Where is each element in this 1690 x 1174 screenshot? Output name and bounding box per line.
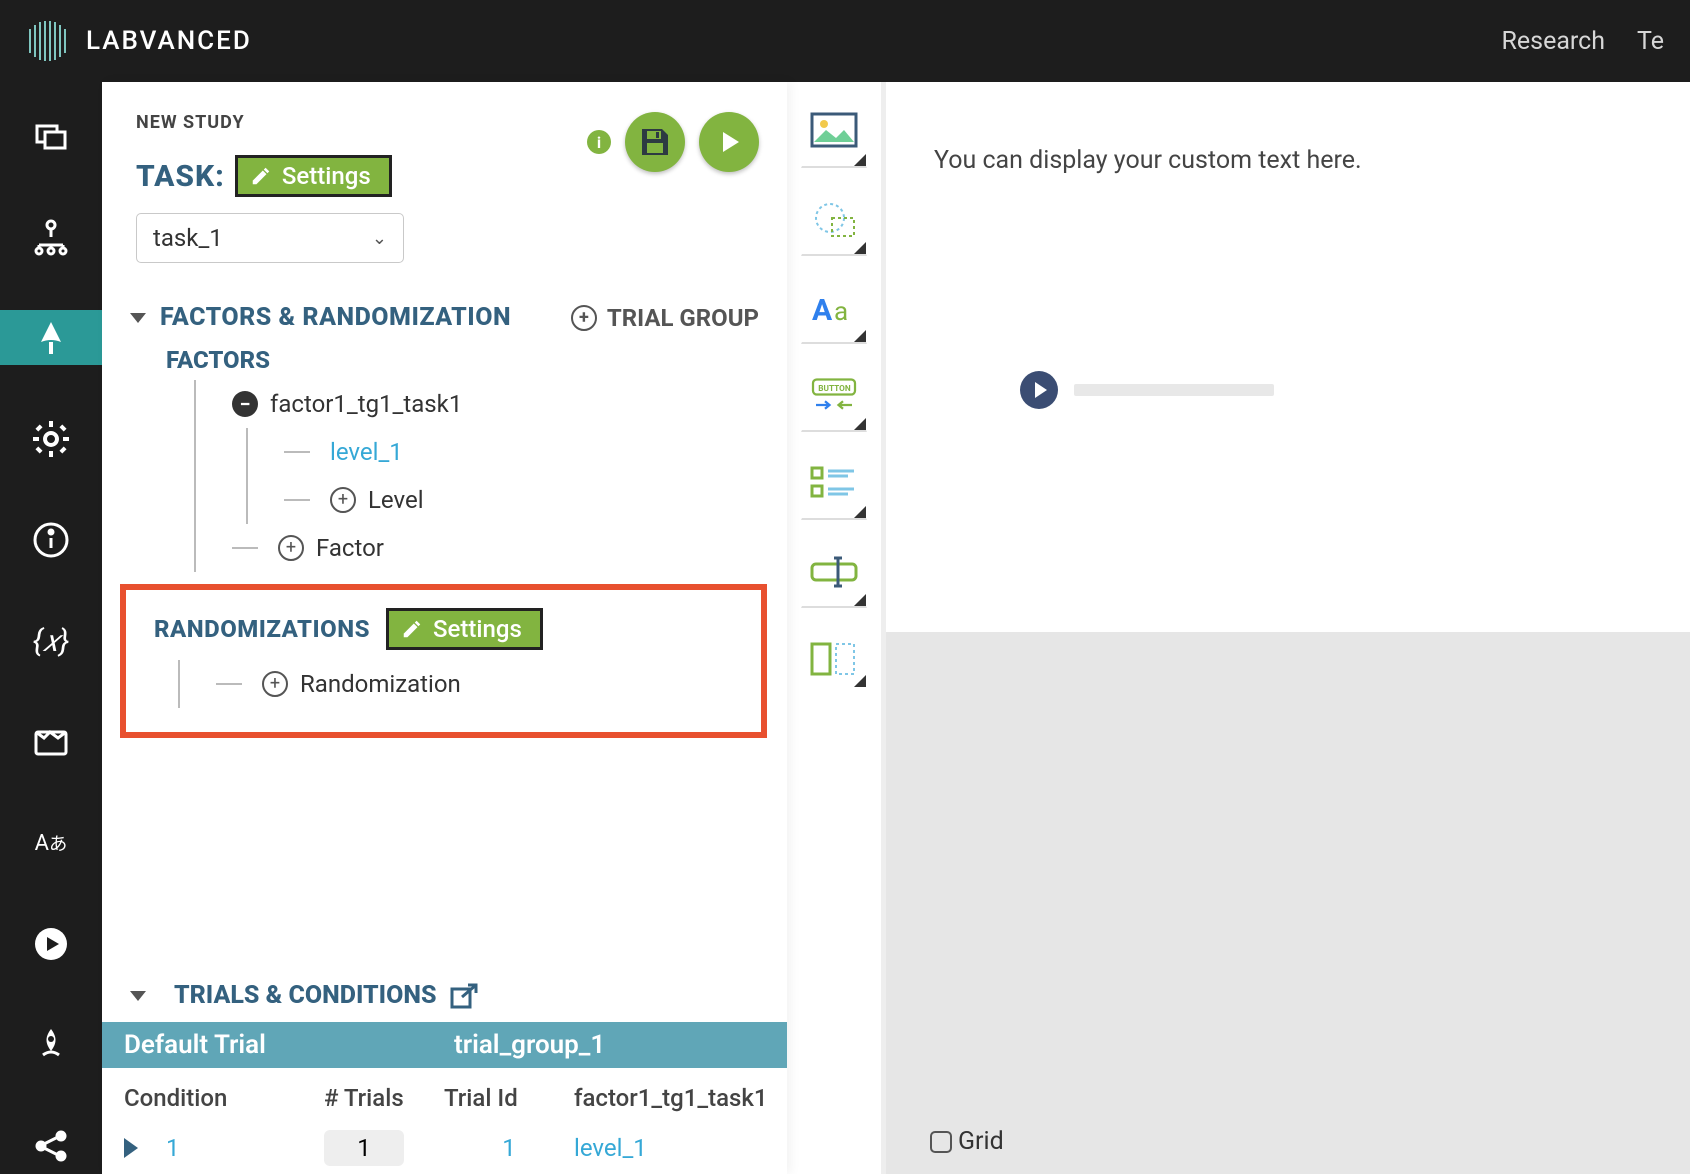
canvas-placeholder-text[interactable]: You can display your custom text here. [934, 146, 1642, 175]
collapse-icon[interactable] [130, 313, 146, 323]
level-name: level_1 [330, 438, 403, 466]
play-icon [712, 125, 746, 159]
grid-checkbox[interactable]: Grid [930, 1127, 1004, 1156]
brand[interactable]: LABVANCED [26, 19, 252, 63]
trial-id-value[interactable]: 1 [444, 1134, 574, 1162]
factors-subhead: FACTORS [102, 332, 787, 380]
factor-name: factor1_tg1_task1 [270, 390, 462, 418]
add-level-button[interactable]: + Level [284, 476, 787, 524]
plus-icon: + [330, 487, 356, 513]
condition-value[interactable]: 1 [166, 1134, 180, 1162]
ntrials-input[interactable]: 1 [324, 1130, 404, 1166]
canvas-area: You can display your custom text here. G… [881, 82, 1690, 1174]
pencil-icon [250, 165, 272, 187]
rail-study-icon[interactable] [0, 108, 102, 163]
tool-shape-icon[interactable] [801, 192, 867, 256]
task-settings-button[interactable]: Settings [235, 155, 392, 197]
brand-text: LABVANCED [86, 26, 252, 56]
tool-select-icon[interactable] [801, 632, 867, 688]
svg-text:a: a [834, 297, 848, 327]
trial-data-row[interactable]: 1 1 1 level_1 [102, 1122, 787, 1174]
tool-button-icon[interactable]: BUTTON [801, 368, 867, 432]
plus-icon: + [262, 671, 288, 697]
popout-icon[interactable] [450, 983, 480, 1009]
pencil-icon [401, 618, 423, 640]
add-factor-button[interactable]: + Factor [232, 524, 787, 572]
add-factor-label: Factor [316, 534, 384, 562]
task-settings-label: Settings [282, 162, 371, 190]
collapse-icon[interactable] [130, 991, 146, 1001]
chevron-down-icon: ⌄ [372, 228, 387, 249]
nav-research[interactable]: Research [1502, 27, 1606, 56]
rail-publish-icon[interactable] [0, 1018, 102, 1073]
svg-text:BUTTON: BUTTON [818, 383, 851, 393]
svg-text:A: A [812, 293, 833, 328]
default-trial-label[interactable]: Default Trial [124, 1030, 454, 1060]
col-trialid: Trial Id [444, 1084, 574, 1112]
info-button[interactable]: i [587, 130, 611, 154]
trial-level-value[interactable]: level_1 [574, 1134, 647, 1162]
side-panel: NEW STUDY TASK: Settings task_1 ⌄ i [102, 82, 787, 1174]
rail-translate-icon[interactable]: Aあ [0, 816, 102, 871]
save-icon [638, 125, 672, 159]
minus-icon[interactable]: − [232, 391, 258, 417]
canvas-workspace[interactable]: Grid [886, 632, 1690, 1174]
rail-run-icon[interactable] [0, 917, 102, 972]
level-node[interactable]: level_1 [284, 428, 787, 476]
left-icon-rail: {𝑥} Aあ [0, 82, 102, 1174]
add-randomization-button[interactable]: + Randomization [216, 660, 743, 708]
play-button[interactable] [699, 112, 759, 172]
rail-media-icon[interactable] [0, 715, 102, 770]
rail-share-icon[interactable] [0, 1119, 102, 1174]
grid-label: Grid [958, 1127, 1004, 1156]
rail-design-icon[interactable] [0, 310, 102, 365]
rail-settings-icon[interactable] [0, 411, 102, 466]
tool-column: Aa BUTTON [787, 82, 881, 1174]
trial-bluebar: Default Trial trial_group_1 [102, 1022, 787, 1068]
task-select-value: task_1 [153, 224, 223, 252]
tool-list-icon[interactable] [801, 456, 867, 520]
rail-flow-icon[interactable] [0, 209, 102, 264]
tool-text-icon[interactable]: Aa [801, 280, 867, 344]
plus-icon: + [278, 535, 304, 561]
top-bar: LABVANCED Research Te [0, 0, 1690, 82]
audio-track[interactable] [1074, 384, 1274, 396]
plus-icon: + [571, 305, 597, 331]
factors-section-title: FACTORS & RANDOMIZATION [160, 303, 511, 332]
trial-group-label: TRIAL GROUP [607, 304, 759, 332]
col-condition: Condition [124, 1084, 324, 1112]
randomizations-subhead: RANDOMIZATIONS [154, 615, 370, 643]
randomizations-highlight: RANDOMIZATIONS Settings + Randomization [120, 584, 767, 738]
study-label: NEW STUDY [136, 112, 587, 133]
trials-section-title: TRIALS & CONDITIONS [174, 981, 436, 1010]
randomizations-settings-button[interactable]: Settings [386, 608, 543, 650]
nav-truncated[interactable]: Te [1637, 27, 1664, 56]
tool-input-icon[interactable] [801, 544, 867, 608]
checkbox-icon[interactable] [930, 1131, 952, 1153]
rail-variable-icon[interactable]: {𝑥} [0, 613, 102, 668]
audio-control[interactable] [934, 371, 1642, 409]
add-trial-group-button[interactable]: + TRIAL GROUP [571, 304, 759, 332]
save-button[interactable] [625, 112, 685, 172]
tool-image-icon[interactable] [801, 104, 867, 168]
task-select[interactable]: task_1 ⌄ [136, 213, 404, 263]
factor-node[interactable]: − factor1_tg1_task1 [232, 380, 787, 428]
col-ntrials: # Trials [324, 1084, 444, 1112]
play-trial-icon[interactable] [124, 1138, 138, 1158]
trial-group-name[interactable]: trial_group_1 [454, 1030, 605, 1060]
brand-icon [26, 19, 70, 63]
col-factor: factor1_tg1_task1 [574, 1084, 768, 1112]
randomizations-settings-label: Settings [433, 615, 522, 643]
add-randomization-label: Randomization [300, 670, 461, 698]
trial-header-row: Condition # Trials Trial Id factor1_tg1_… [102, 1068, 787, 1122]
rail-info-icon[interactable] [0, 512, 102, 567]
add-level-label: Level [368, 486, 424, 514]
canvas-frame[interactable]: You can display your custom text here. [886, 82, 1690, 632]
task-label: TASK: [136, 159, 225, 194]
audio-play-icon[interactable] [1020, 371, 1058, 409]
